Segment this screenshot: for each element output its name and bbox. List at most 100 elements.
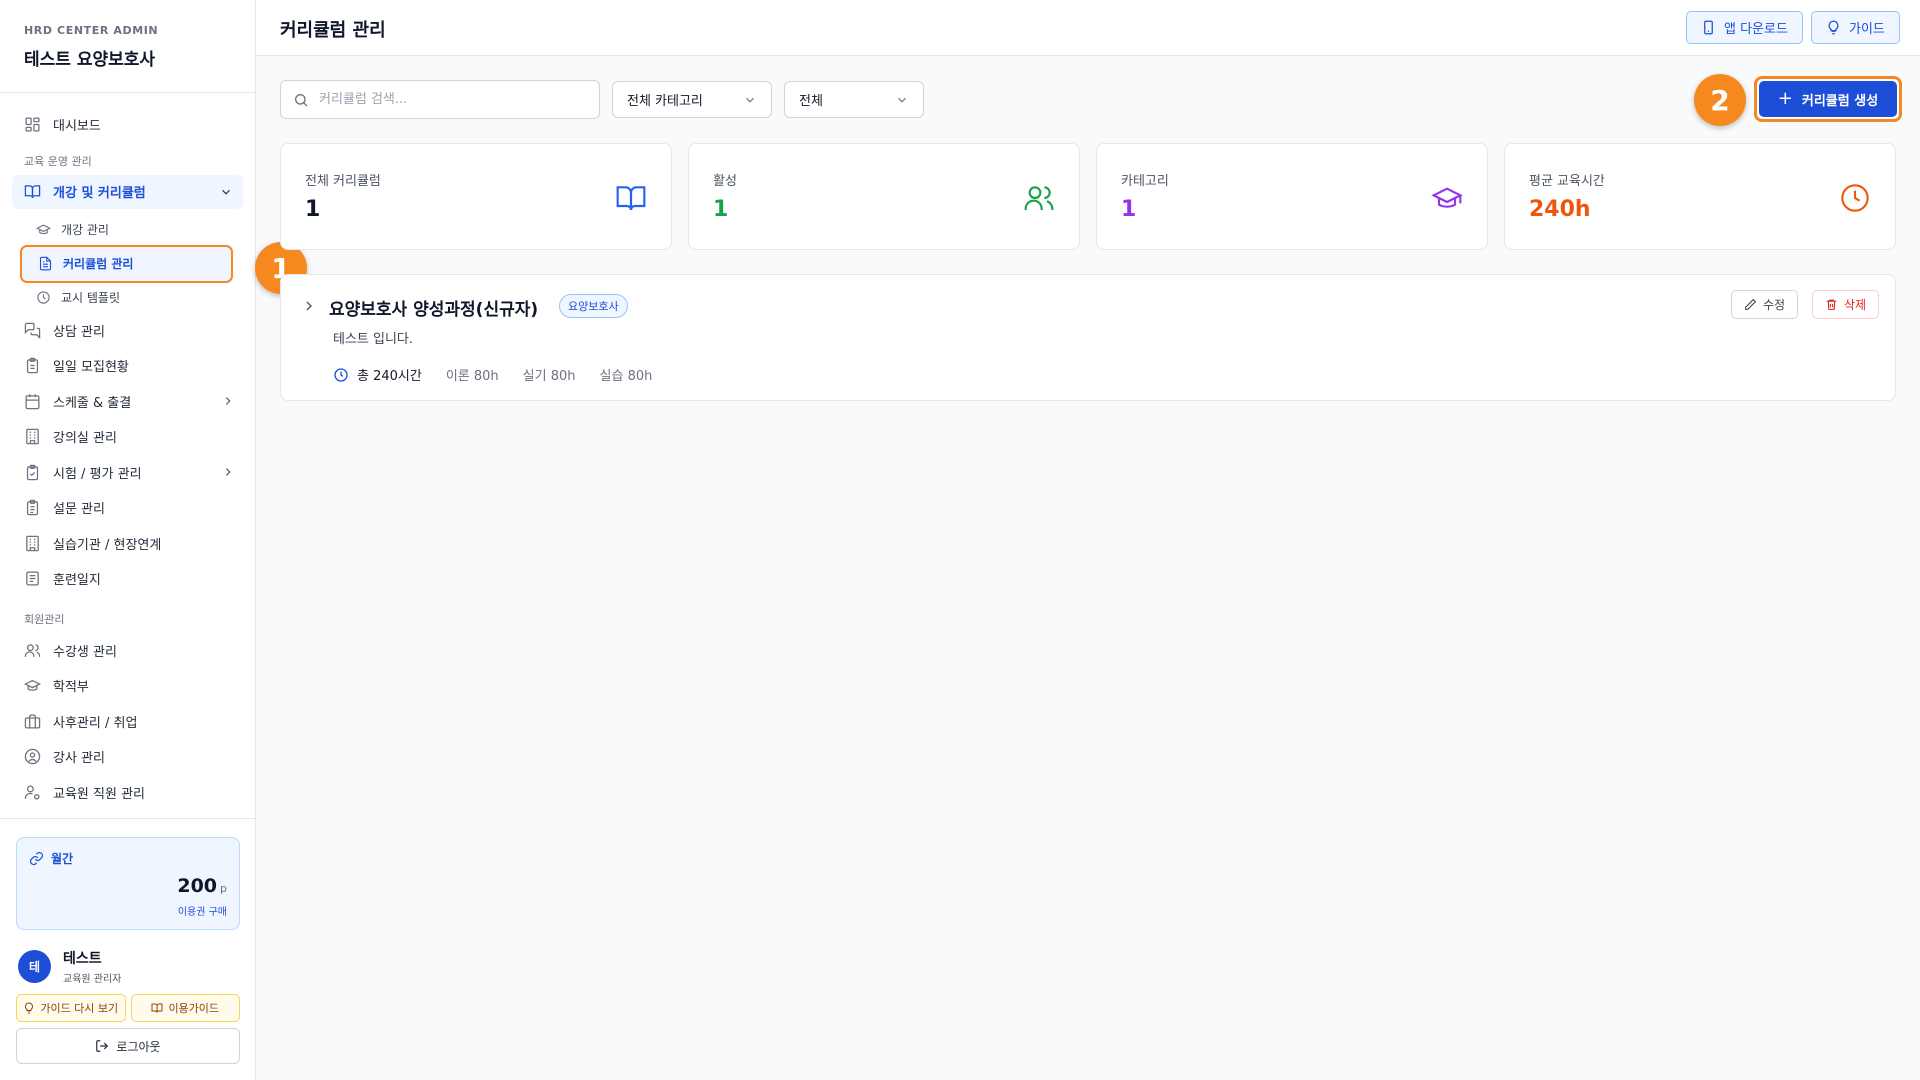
brand-subtitle: HRD CENTER ADMIN <box>24 24 159 37</box>
logout-button[interactable]: 로그아웃 <box>16 1028 240 1064</box>
sidebar-item-schedule[interactable]: 스케줄 & 출결 <box>0 384 255 420</box>
user-circle-icon <box>24 748 41 765</box>
graduation-cap-icon <box>1431 182 1463 214</box>
plus-icon: + <box>1777 88 1793 109</box>
category-badge: 요양보호사 <box>559 294 628 318</box>
stat-label: 카테고리 <box>1121 174 1169 189</box>
sidebar-subitem-curriculum[interactable]: 커리큘럼 관리 <box>20 244 233 283</box>
logout-label: 로그아웃 <box>116 1039 161 1054</box>
briefcase-icon <box>24 713 41 730</box>
total-hours: 총 240시간 <box>357 369 422 384</box>
sidebar-item-label: 사후관리 / 취업 <box>53 715 138 731</box>
sidebar-item-students[interactable]: 수강생 관리 <box>0 633 255 669</box>
stat-value: 1 <box>1121 197 1137 222</box>
sidebar-item-exam[interactable]: 시험 / 평가 관리 <box>0 455 255 491</box>
sidebar-subitem-period-template[interactable]: 교시 템플릿 <box>0 283 255 313</box>
delete-button[interactable]: 삭제 <box>1812 290 1880 319</box>
search-box[interactable] <box>280 80 600 119</box>
sidebar: HRD CENTER ADMIN 테스트 요양보호사 대시보드 교육 운영 관리… <box>0 0 256 1080</box>
smartphone-icon <box>1701 20 1716 35</box>
replay-guide-label: 가이드 다시 보기 <box>40 1002 119 1015</box>
sidebar-item-label: 시험 / 평가 관리 <box>53 466 142 482</box>
clipboard-check-icon <box>24 464 41 481</box>
sidebar-item-label: 스케줄 & 출결 <box>53 395 132 411</box>
clock-icon <box>1839 182 1871 214</box>
edit-label: 수정 <box>1763 298 1786 312</box>
guide-button[interactable]: 가이드 <box>1811 11 1900 44</box>
sidebar-item-consultation[interactable]: 상담 관리 <box>0 313 255 349</box>
user-cog-icon <box>24 784 41 801</box>
app-download-label: 앱 다운로드 <box>1724 22 1788 37</box>
user-info: 테스트 교육원 관리자 <box>63 948 121 985</box>
buy-pass-link[interactable]: 이용권 구매 <box>29 903 227 918</box>
sidebar-item-label: 강사 관리 <box>53 751 105 767</box>
sidebar-group-curriculum[interactable]: 개강 및 커리큘럼 <box>12 174 243 209</box>
app-download-button[interactable]: 앱 다운로드 <box>1686 11 1803 44</box>
chevron-right-icon[interactable] <box>301 298 317 314</box>
user-name: 테스트 <box>63 951 102 967</box>
plan-header: 월간 <box>29 850 227 867</box>
sidebar-item-practice-site[interactable]: 실습기관 / 현장연계 <box>0 526 255 562</box>
edit-button[interactable]: 수정 <box>1731 290 1799 319</box>
sidebar-item-staff[interactable]: 교육원 직원 관리 <box>0 775 255 811</box>
sidebar-subitem-course-open[interactable]: 개강 관리 <box>0 215 255 245</box>
sidebar-item-label: 실습기관 / 현장연계 <box>53 537 162 553</box>
sidebar-item-instructors[interactable]: 강사 관리 <box>0 739 255 775</box>
delete-label: 삭제 <box>1844 298 1867 312</box>
plan-card[interactable]: 월간 200 p 이용권 구매 <box>16 837 240 930</box>
user-profile: 테 테스트 교육원 관리자 <box>18 948 121 985</box>
plan-points-unit: p <box>220 882 227 895</box>
sidebar-item-label: 대시보드 <box>53 119 101 135</box>
search-icon <box>293 92 309 108</box>
sidebar-item-classroom[interactable]: 강의실 관리 <box>0 419 255 455</box>
create-button-highlight: + 커리큘럼 생성 <box>1754 76 1902 122</box>
logout-icon <box>95 1039 109 1053</box>
brand-title: 테스트 요양보호사 <box>24 50 156 70</box>
chevron-down-icon <box>743 93 757 107</box>
top-header: 커리큘럼 관리 앱 다운로드 가이드 <box>256 0 1920 56</box>
sidebar-item-daily-recruit[interactable]: 일일 모집현황 <box>0 348 255 384</box>
book-open-icon <box>24 183 41 200</box>
stat-value: 1 <box>305 197 321 222</box>
sidebar-item-dashboard[interactable]: 대시보드 <box>0 107 255 143</box>
curriculum-hours: 총 240시간 이론 80h 실기 80h 실습 80h <box>333 365 676 384</box>
divider <box>0 818 255 819</box>
calendar-icon <box>24 393 41 410</box>
search-input[interactable] <box>319 92 579 107</box>
category-select[interactable]: 전체 카테고리 <box>612 81 772 118</box>
replay-guide-button[interactable]: 가이드 다시 보기 <box>16 994 126 1022</box>
curriculum-title[interactable]: 요양보호사 양성과정(신규자) <box>329 295 538 320</box>
sidebar-item-training-log[interactable]: 훈련일지 <box>0 561 255 597</box>
sidebar-item-survey[interactable]: 설문 관리 <box>0 490 255 526</box>
building-icon <box>24 535 41 552</box>
users-icon <box>1023 182 1055 214</box>
sidebar-item-label: 학적부 <box>53 680 89 696</box>
plan-points: 200 p <box>29 875 227 897</box>
stat-card-category: 카테고리 1 <box>1096 143 1488 250</box>
lightbulb-icon <box>23 1002 35 1014</box>
sidebar-item-aftercare[interactable]: 사후관리 / 취업 <box>0 704 255 740</box>
stat-card-total: 전체 커리큘럼 1 <box>280 143 672 250</box>
theory-hours: 이론 80h <box>445 369 499 384</box>
user-role: 교육원 관리자 <box>63 974 122 985</box>
messages-icon <box>24 322 41 339</box>
sidebar-item-label: 수강생 관리 <box>53 644 117 660</box>
book-open-icon <box>615 182 647 214</box>
status-select[interactable]: 전체 <box>784 81 924 118</box>
stat-card-active: 활성 1 <box>688 143 1080 250</box>
link-icon <box>29 851 44 866</box>
category-select-value: 전체 카테고리 <box>627 94 703 109</box>
guide-buttons: 가이드 다시 보기 이용가이드 <box>16 994 240 1022</box>
practice-hours: 실기 80h <box>522 369 576 384</box>
curriculum-card: 요양보호사 양성과정(신규자) 요양보호사 테스트 입니다. 총 240시간 이… <box>280 274 1896 401</box>
training-hours: 실습 80h <box>599 369 653 384</box>
create-curriculum-button[interactable]: + 커리큘럼 생성 <box>1759 81 1897 117</box>
status-select-value: 전체 <box>799 94 823 109</box>
usage-guide-button[interactable]: 이용가이드 <box>130 994 240 1022</box>
chevron-right-icon <box>221 394 235 408</box>
sidebar-item-records[interactable]: 학적부 <box>0 668 255 704</box>
stat-value: 1 <box>713 197 729 222</box>
sidebar-subitem-label: 교시 템플릿 <box>61 291 121 305</box>
sidebar-subitem-label: 개강 관리 <box>61 223 109 237</box>
lightbulb-icon <box>1826 20 1841 35</box>
